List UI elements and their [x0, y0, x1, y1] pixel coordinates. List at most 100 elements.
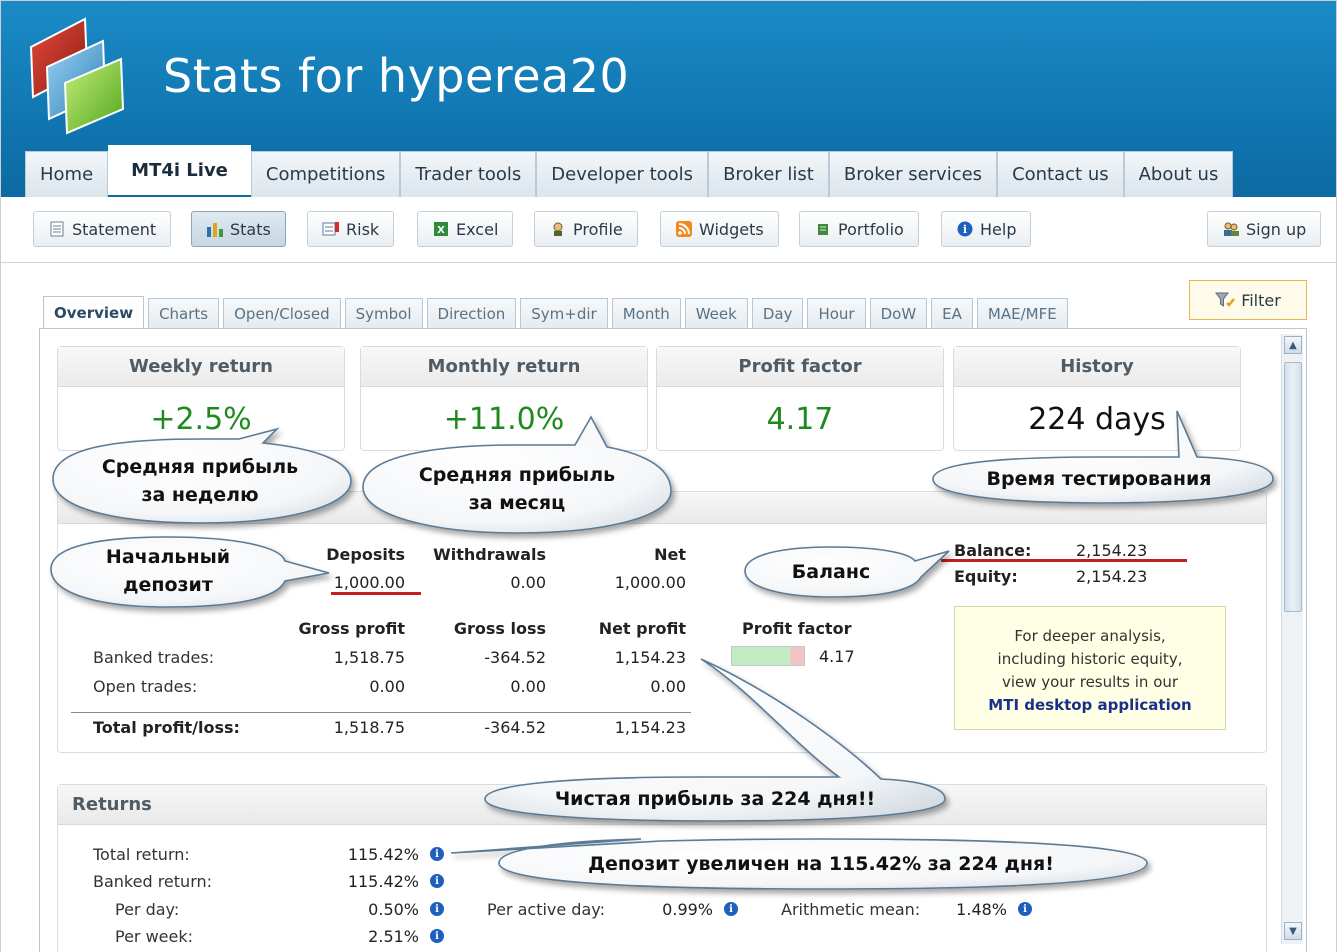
initial-deposit-line-1: Начальный — [105, 546, 231, 568]
scroll-up-arrow-icon[interactable]: ▲ — [1284, 336, 1302, 354]
info-icon[interactable]: i — [430, 847, 444, 861]
info-icon[interactable]: i — [724, 902, 738, 916]
nav-tab-trader-tools[interactable]: Trader tools — [400, 151, 537, 197]
open-gross-profit: 0.00 — [369, 677, 405, 696]
nav-tab-about-us[interactable]: About us — [1123, 151, 1234, 197]
monthly-callout-line-2: за месяц — [468, 492, 566, 514]
totals-divider — [71, 712, 691, 713]
users-icon — [1222, 220, 1240, 238]
nav-tab-contact-us[interactable]: Contact us — [997, 151, 1124, 197]
weekly-callout-line-2: за неделю — [141, 484, 259, 506]
initial-deposit-callout-text: Начальный депозит — [85, 543, 251, 599]
deposits-header: Deposits — [326, 545, 405, 564]
arithmetic-mean-value: 1.48% — [956, 900, 1007, 919]
weekly-return-value: +2.5% — [150, 401, 252, 437]
stats-button[interactable]: Stats — [191, 211, 286, 247]
profile-icon — [549, 220, 567, 238]
balance-value: 2,154.23 — [1076, 541, 1148, 560]
deposit-underline — [331, 592, 421, 595]
mti-promo-box: For deeper analysis, including historic … — [954, 606, 1226, 730]
monthly-callout-line-1: Средняя прибыль — [418, 464, 616, 486]
stats-label: Stats — [230, 219, 271, 239]
total-return-value: 115.42% — [347, 845, 419, 864]
risk-icon — [322, 220, 340, 238]
tab-day[interactable]: Day — [751, 298, 804, 328]
help-button[interactable]: i Help — [941, 211, 1032, 247]
tab-direction[interactable]: Direction — [426, 298, 517, 328]
deposits-value: 1,000.00 — [333, 573, 405, 592]
scroll-down-arrow-icon[interactable]: ▼ — [1284, 922, 1302, 940]
nav-tab-home[interactable]: Home — [25, 151, 109, 197]
open-trades-label: Open trades: — [93, 677, 198, 696]
excel-button[interactable]: X Excel — [417, 211, 514, 247]
filter-label: Filter — [1241, 290, 1281, 310]
profit-factor-value: 4.17 — [766, 401, 834, 437]
banked-gross-profit: 1,518.75 — [333, 648, 405, 667]
vertical-scrollbar[interactable]: ▲ ▼ — [1281, 334, 1303, 944]
tab-month[interactable]: Month — [611, 298, 681, 328]
weekly-callout-text: Средняя прибыль за неделю — [85, 453, 315, 509]
profit-factor-label: Profit factor — [657, 347, 943, 387]
tab-ea[interactable]: EA — [931, 298, 973, 328]
total-gross-profit: 1,518.75 — [333, 718, 405, 737]
per-active-day-value: 0.99% — [662, 900, 713, 919]
net-header: Net — [654, 545, 686, 564]
profile-label: Profile — [573, 219, 623, 239]
stats-sub-tabs: Overview Charts Open/Closed Symbol Direc… — [43, 296, 1072, 328]
gross-profit-header: Gross profit — [298, 619, 405, 638]
tab-hour[interactable]: Hour — [807, 298, 866, 328]
excel-icon: X — [432, 220, 450, 238]
mti-desktop-app-link[interactable]: MTI desktop application — [955, 694, 1225, 717]
widgets-button[interactable]: Widgets — [660, 211, 779, 247]
per-day-value: 0.50% — [368, 900, 419, 919]
tab-mae-mfe[interactable]: MAE/MFE — [976, 298, 1068, 328]
info-icon[interactable]: i — [1018, 902, 1032, 916]
svg-text:i: i — [963, 223, 967, 236]
open-net-profit: 0.00 — [650, 677, 686, 696]
nav-tab-broker-services[interactable]: Broker services — [828, 151, 998, 197]
arithmetic-mean-label: Arithmetic mean: — [781, 900, 921, 919]
scroll-thumb[interactable] — [1284, 362, 1302, 612]
withdrawals-value: 0.00 — [510, 573, 546, 592]
statement-button[interactable]: Statement — [33, 211, 172, 247]
tab-sym-dir[interactable]: Sym+dir — [520, 298, 608, 328]
nav-tab-developer-tools[interactable]: Developer tools — [536, 151, 709, 197]
net-profit-callout-text: Чистая прибыль за 224 дня!! — [554, 788, 876, 810]
nav-tab-mt4i-live[interactable]: MT4i Live — [108, 145, 251, 195]
portfolio-icon — [814, 220, 832, 238]
nav-tab-competitions[interactable]: Competitions — [250, 151, 401, 197]
rss-icon — [675, 220, 693, 238]
tab-overview[interactable]: Overview — [43, 296, 145, 328]
tab-open-closed[interactable]: Open/Closed — [223, 298, 341, 328]
balance-label: Balance: — [954, 541, 1032, 560]
excel-label: Excel — [456, 219, 499, 239]
signup-button[interactable]: Sign up — [1207, 211, 1322, 247]
profit-factor-header: Profit factor — [742, 619, 852, 638]
tab-dow[interactable]: DoW — [869, 298, 928, 328]
main-nav: Home MT4i Live Competitions Trader tools… — [25, 145, 1234, 197]
history-callout-text: Время тестирования — [986, 468, 1212, 490]
monthly-return-label: Monthly return — [361, 347, 647, 387]
site-header: Stats for hyperea20 Home MT4i Live Compe… — [1, 1, 1336, 197]
info-icon[interactable]: i — [430, 902, 444, 916]
portfolio-button[interactable]: Portfolio — [799, 211, 919, 247]
total-profit-loss-label: Total profit/loss: — [93, 718, 240, 737]
net-profit-header: Net profit — [598, 619, 686, 638]
balance-callout-text: Баланс — [791, 561, 871, 583]
profile-button[interactable]: Profile — [534, 211, 638, 247]
risk-button[interactable]: Risk — [307, 211, 395, 247]
tab-symbol[interactable]: Symbol — [344, 298, 423, 328]
history-label: History — [954, 347, 1240, 387]
profit-factor-bar-fill — [732, 647, 791, 665]
per-week-label: Per week: — [115, 927, 194, 946]
tab-charts[interactable]: Charts — [148, 298, 220, 328]
tab-week[interactable]: Week — [684, 298, 748, 328]
nav-tab-broker-list[interactable]: Broker list — [708, 151, 829, 197]
info-icon[interactable]: i — [430, 929, 444, 943]
filter-button[interactable]: Filter — [1189, 280, 1307, 320]
banked-profit-factor: 4.17 — [819, 647, 855, 666]
banked-gross-loss: -364.52 — [484, 648, 546, 667]
info-icon[interactable]: i — [430, 874, 444, 888]
total-net-profit: 1,154.23 — [614, 718, 686, 737]
per-active-day-label: Per active day: — [487, 900, 605, 919]
